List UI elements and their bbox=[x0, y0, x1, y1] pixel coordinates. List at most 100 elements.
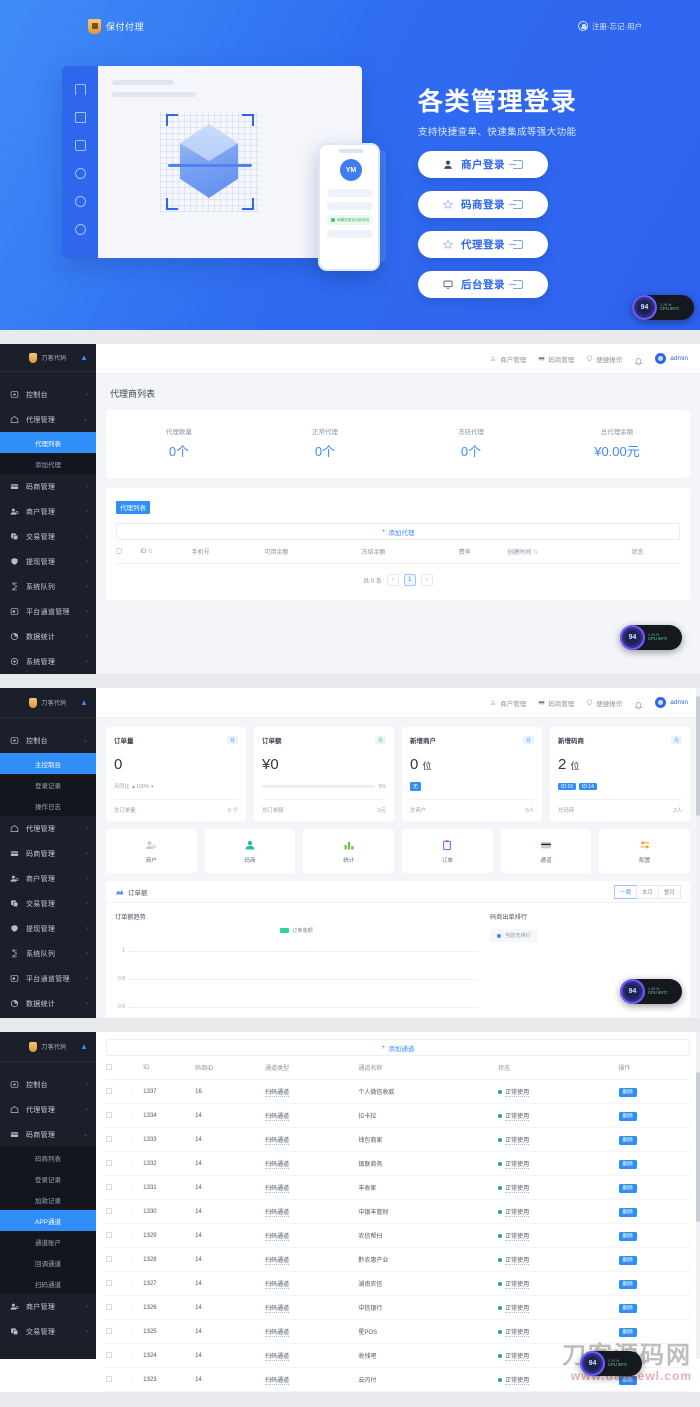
row-checkbox[interactable] bbox=[106, 1375, 112, 1382]
sidebar-subitem-加款记录[interactable]: 加款记录 bbox=[0, 1189, 96, 1210]
row-checkbox[interactable] bbox=[106, 1183, 112, 1190]
quick-action-统计[interactable]: 统计 bbox=[303, 829, 395, 873]
page-1-button[interactable]: 1 bbox=[403, 574, 416, 586]
column-header[interactable]: ID bbox=[143, 1056, 196, 1080]
row-checkbox[interactable] bbox=[106, 1159, 112, 1166]
delete-button[interactable]: 删除 bbox=[618, 1207, 637, 1217]
row-expand-cell[interactable]: … bbox=[129, 1247, 144, 1272]
row-checkbox-cell[interactable] bbox=[106, 1271, 130, 1296]
topbar-link-码商管理[interactable]: 码商管理 bbox=[538, 698, 574, 708]
delete-button[interactable]: 删除 bbox=[618, 1183, 637, 1193]
row-checkbox-cell[interactable] bbox=[106, 1079, 130, 1104]
sidebar-item-代理管理[interactable]: 代理管理 ⌄ bbox=[0, 407, 96, 432]
kpi-period-tag[interactable]: 月 bbox=[374, 736, 386, 744]
next-page-button[interactable]: › bbox=[420, 574, 433, 586]
sidebar-item-系统队列[interactable]: 系统队列 › bbox=[0, 941, 96, 966]
sidebar-subitem-APP通道[interactable]: APP通道 bbox=[0, 1210, 96, 1231]
row-checkbox-cell[interactable] bbox=[106, 1103, 130, 1128]
row-checkbox[interactable] bbox=[106, 1303, 112, 1310]
agent-login-button[interactable]: 代理登录 bbox=[418, 231, 548, 258]
table-row[interactable]: … 1325 14 扫码通道 星POS 正常使用 删除 bbox=[106, 1319, 690, 1344]
table-row[interactable]: … 1329 14 扫码通道 农信帮扫 正常使用 删除 bbox=[106, 1223, 690, 1248]
column-header[interactable]: 码商ID bbox=[195, 1056, 266, 1080]
table-row[interactable]: … 1337 16 扫码通道 个人微信收款 正常使用 删除 bbox=[106, 1079, 690, 1104]
cell-actions[interactable]: 删除 bbox=[618, 1319, 690, 1344]
delete-button[interactable]: 删除 bbox=[618, 1327, 637, 1337]
kpi-period-tag[interactable]: 月 bbox=[226, 736, 238, 744]
user-menu[interactable]: admin bbox=[655, 697, 688, 708]
table-row[interactable]: … 1331 14 扫码通道 丰收家 正常使用 删除 bbox=[106, 1175, 690, 1200]
sidebar-subitem-登录记录[interactable]: 登录记录 bbox=[0, 1168, 96, 1189]
row-checkbox[interactable] bbox=[106, 1231, 112, 1238]
sidebar-item-控制台[interactable]: 控制台 › bbox=[0, 382, 96, 407]
delete-button[interactable]: 删除 bbox=[618, 1231, 637, 1241]
kpi-period-tag[interactable]: 月 bbox=[522, 736, 534, 744]
sidebar-logo[interactable]: 刀客代码 ▲ bbox=[0, 688, 96, 718]
row-checkbox-cell[interactable] bbox=[106, 1199, 130, 1224]
sidebar-item-提现管理[interactable]: 提现管理 › bbox=[0, 549, 96, 574]
row-checkbox-cell[interactable] bbox=[106, 1367, 130, 1392]
quick-action-商户[interactable]: 商户 bbox=[106, 829, 197, 873]
cell-actions[interactable]: 删除 bbox=[618, 1199, 690, 1224]
cell-actions[interactable]: 删除 bbox=[618, 1223, 690, 1248]
delete-button[interactable]: 删除 bbox=[618, 1087, 637, 1097]
delete-button[interactable]: 删除 bbox=[618, 1375, 637, 1385]
row-expand-cell[interactable]: … bbox=[129, 1151, 144, 1176]
upload-icon[interactable]: ▲ bbox=[80, 1042, 88, 1051]
delete-button[interactable]: 删除 bbox=[618, 1255, 637, 1265]
row-checkbox-cell[interactable] bbox=[106, 1175, 130, 1200]
column-header[interactable]: 手机号 bbox=[191, 540, 265, 564]
tab-agent-list[interactable]: 代理列表 bbox=[116, 500, 150, 514]
topbar-link-便捷操作[interactable]: 便捷操作 bbox=[586, 698, 622, 708]
delete-button[interactable]: 删除 bbox=[618, 1279, 637, 1289]
table-row[interactable]: … 1330 14 扫码通道 中银丰管财 正常使用 删除 bbox=[106, 1199, 690, 1224]
column-header[interactable]: 冻结余额 bbox=[361, 540, 459, 564]
page-scrollbar[interactable] bbox=[696, 688, 700, 1018]
row-expand-cell[interactable]: … bbox=[129, 1271, 144, 1296]
cell-actions[interactable]: 删除 bbox=[618, 1175, 690, 1200]
row-expand-cell[interactable]: … bbox=[129, 1367, 144, 1392]
sidebar-item-商户管理[interactable]: 商户管理 › bbox=[0, 499, 96, 524]
merchant-login-button[interactable]: 商户登录 bbox=[418, 151, 548, 178]
sidebar-item-商户管理[interactable]: 商户管理 › bbox=[0, 1294, 96, 1319]
sidebar-subitem-扫码通道[interactable]: 扫码通道 bbox=[0, 1273, 96, 1294]
cell-actions[interactable]: 删除 bbox=[618, 1127, 690, 1152]
sidebar-item-码商管理[interactable]: 码商管理 ⌄ bbox=[0, 1122, 96, 1147]
row-checkbox[interactable] bbox=[106, 1135, 112, 1142]
register-link[interactable]: 注册·忘记·用户 bbox=[578, 21, 642, 32]
row-checkbox-cell[interactable] bbox=[106, 1295, 130, 1320]
column-header[interactable]: 状态 bbox=[631, 540, 680, 564]
column-header[interactable]: ID ⇅ bbox=[140, 540, 192, 564]
sidebar-item-代理管理[interactable]: 代理管理 › bbox=[0, 1097, 96, 1122]
bell-icon[interactable] bbox=[634, 698, 643, 709]
cell-actions[interactable]: 删除 bbox=[618, 1247, 690, 1272]
add-channel-button[interactable]: + 添加通道 bbox=[106, 1039, 690, 1056]
sidebar-subitem-代理列表[interactable]: 代理列表 bbox=[0, 432, 96, 453]
sidebar-item-控制台[interactable]: 控制台 › bbox=[0, 1072, 96, 1097]
delete-button[interactable]: 删除 bbox=[618, 1111, 637, 1121]
row-checkbox[interactable] bbox=[106, 1351, 112, 1358]
row-checkbox-cell[interactable] bbox=[106, 1319, 130, 1344]
table-row[interactable]: … 1333 14 扫码通道 钱包商家 正常使用 删除 bbox=[106, 1127, 690, 1152]
sidebar-item-控制台[interactable]: 控制台 ⌄ bbox=[0, 728, 96, 753]
row-expand-cell[interactable]: … bbox=[129, 1079, 144, 1104]
sidebar-subitem-通道账户[interactable]: 通道账户 bbox=[0, 1231, 96, 1252]
quick-action-配置[interactable]: 配置 bbox=[599, 829, 691, 873]
cell-actions[interactable]: 删除 bbox=[618, 1151, 690, 1176]
sidebar-item-系统管理[interactable]: 系统管理 › bbox=[0, 649, 96, 674]
sidebar-item-商户管理[interactable]: 商户管理 › bbox=[0, 866, 96, 891]
admin-login-button[interactable]: 后台登录 bbox=[418, 271, 548, 298]
column-header[interactable] bbox=[129, 1056, 144, 1080]
sidebar-subitem-添加代理[interactable]: 添加代理 bbox=[0, 453, 96, 474]
hero-logo[interactable]: 保付付理 bbox=[88, 18, 144, 34]
column-header[interactable]: 通道名称 bbox=[358, 1056, 499, 1080]
sidebar-subitem-操作日志[interactable]: 操作日志 bbox=[0, 795, 96, 816]
prev-page-button[interactable]: ‹ bbox=[386, 574, 399, 586]
time-range-segmented-control[interactable]: 一周 本月 整月 bbox=[613, 884, 681, 899]
column-header[interactable] bbox=[116, 540, 141, 564]
sidebar-item-数据统计[interactable]: 数据统计 › bbox=[0, 624, 96, 649]
row-expand-cell[interactable]: … bbox=[129, 1175, 144, 1200]
row-expand-cell[interactable]: … bbox=[129, 1127, 144, 1152]
sidebar-item-码商管理[interactable]: 码商管理 › bbox=[0, 841, 96, 866]
kpi-period-tag[interactable]: 月 bbox=[670, 736, 682, 744]
